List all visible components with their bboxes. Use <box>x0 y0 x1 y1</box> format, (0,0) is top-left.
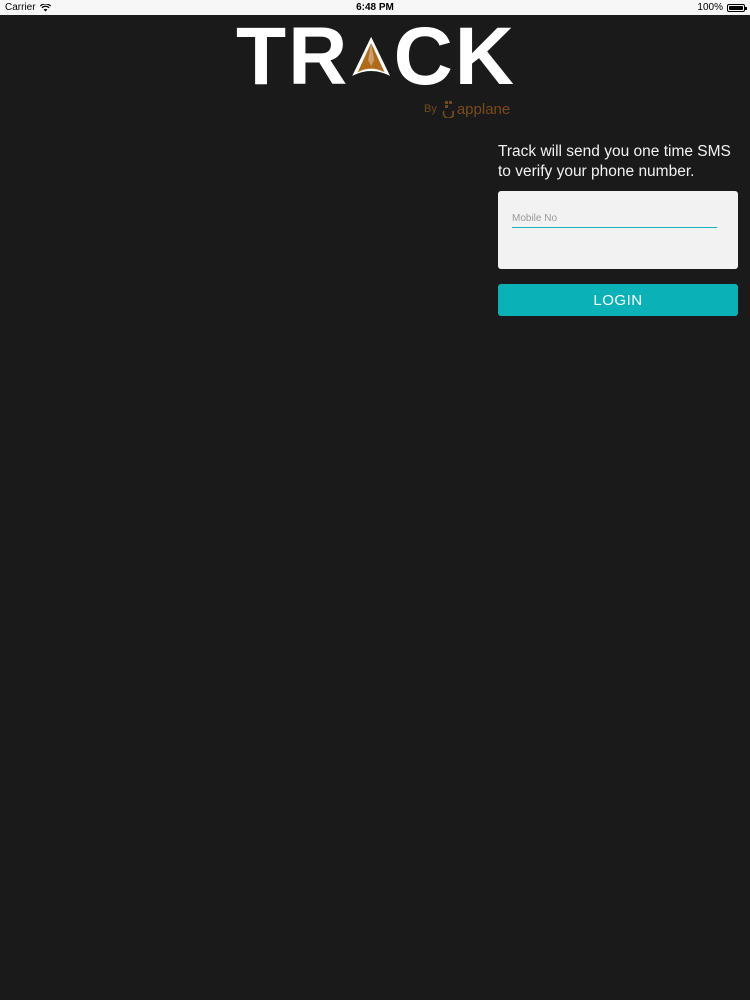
login-panel: Track will send you one time SMS to veri… <box>498 142 738 316</box>
logo-text-left: TR <box>236 11 350 102</box>
status-bar: Carrier 6:48 PM 100% <box>0 0 750 15</box>
status-time: 6:48 PM <box>356 2 394 13</box>
login-screen: Carrier 6:48 PM 100% TR CK By applane Tr… <box>0 0 750 1000</box>
battery-icon <box>727 3 747 12</box>
mobile-input-card <box>498 191 738 269</box>
applane-logo-icon <box>442 101 454 118</box>
battery-percent: 100% <box>697 2 723 13</box>
status-right: 100% <box>697 2 747 13</box>
sms-info-text: Track will send you one time SMS to veri… <box>498 143 731 180</box>
battery-level <box>729 5 743 10</box>
track-a-logo-icon <box>352 36 391 76</box>
logo-text-right: CK <box>393 11 516 102</box>
byline-by: By <box>424 103 437 115</box>
login-button[interactable]: LOGIN <box>498 284 738 316</box>
applane-byline: By applane <box>424 100 510 118</box>
mobile-number-input[interactable] <box>512 209 717 228</box>
track-logo: TR CK <box>236 11 516 102</box>
byline-brand: applane <box>456 100 511 118</box>
